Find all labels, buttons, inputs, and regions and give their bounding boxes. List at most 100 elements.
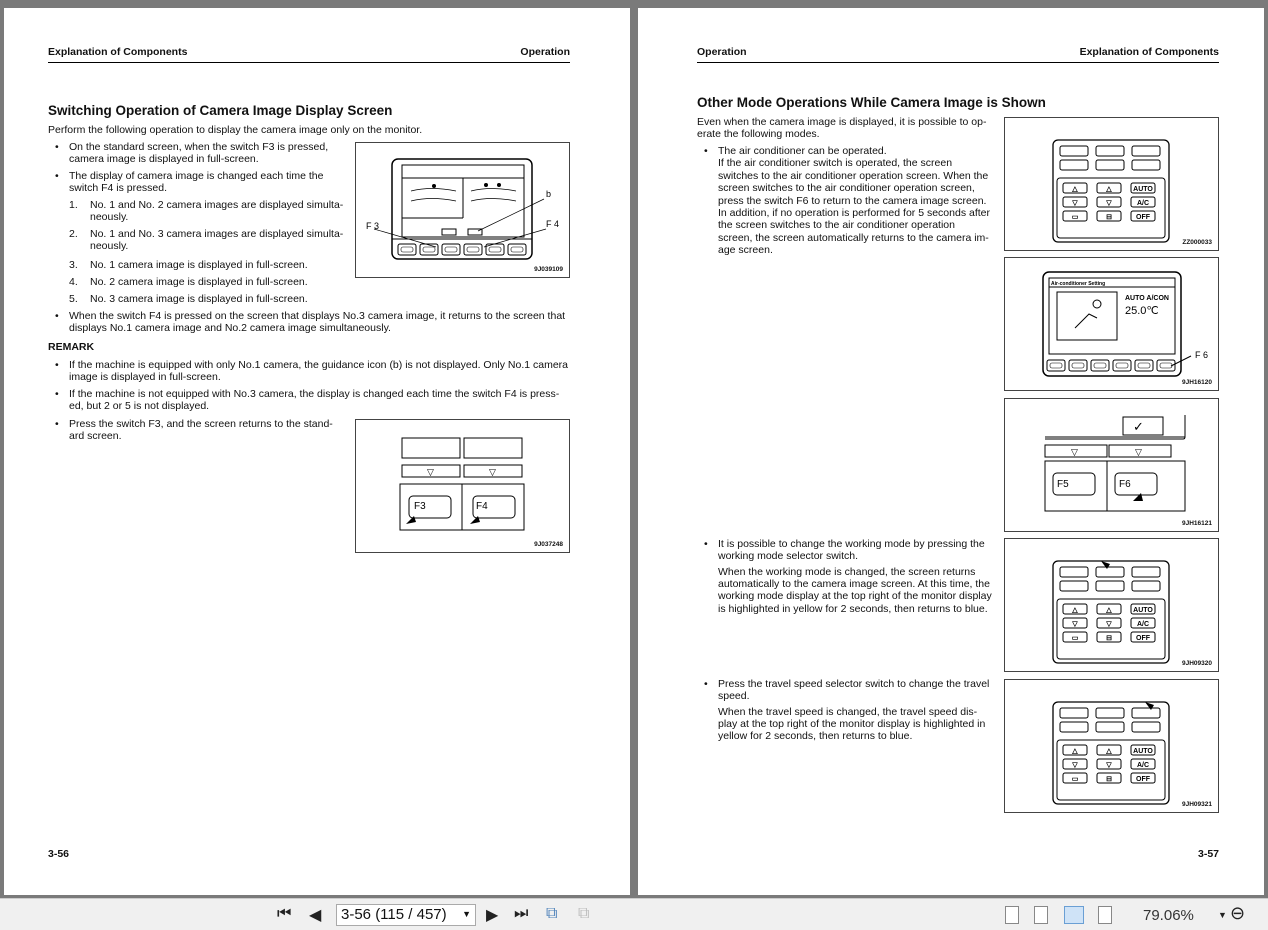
- travel-speed-keypad-figure: △ △ AUTO ▽ ▽ A/C ▭ ⊟ OFF 9JH09321: [1004, 679, 1219, 813]
- keypad-button: [1095, 145, 1125, 157]
- text-line: 1.: [69, 199, 78, 211]
- text-line: 4.: [69, 276, 78, 288]
- left-page: Explanation of Components Operation Swit…: [4, 8, 630, 895]
- figure-drawing: F 3 F 4 b: [366, 158, 559, 260]
- svg-text:▽: ▽: [1135, 447, 1142, 457]
- text-line: working mode display at the top right of…: [718, 590, 992, 603]
- facing-view-icon[interactable]: [1064, 906, 1084, 924]
- figure-drawing: ✓ ▽ ▽ F5 F6: [1044, 415, 1186, 512]
- go-back-view-icon[interactable]: ⧉: [546, 905, 557, 923]
- first-page-icon[interactable]: ⏮: [277, 905, 291, 923]
- bullet-icon: •: [55, 388, 59, 400]
- text-line: On the standard screen, when the switch …: [69, 141, 329, 153]
- text-line: No. 1 camera image is displayed in full-…: [90, 259, 308, 271]
- page-selector[interactable]: 3-56 (115 / 457) ▼: [336, 904, 476, 926]
- last-page-icon[interactable]: ⏭: [514, 905, 528, 923]
- svg-text:△: △: [1105, 607, 1112, 614]
- svg-text:25.0℃: 25.0℃: [1125, 305, 1159, 317]
- svg-text:OFF: OFF: [1136, 635, 1151, 642]
- svg-text:△: △: [1105, 186, 1112, 193]
- figure-caption: 9J039109: [534, 266, 563, 273]
- text-line: camera image is displayed in full-screen…: [69, 153, 259, 165]
- bullet-icon: •: [704, 678, 708, 690]
- text-line: image is displayed in full-screen.: [69, 371, 221, 383]
- function-key: [1068, 359, 1088, 372]
- text-line: switch F4 is pressed.: [69, 182, 168, 194]
- figure-drawing: Air-conditioner Setting AUTO A/CON25.0℃ …: [1042, 271, 1208, 377]
- svg-text:Air-conditioner Setting: Air-conditioner Setting: [1051, 281, 1105, 287]
- keypad-button: [1059, 145, 1089, 157]
- keypad-button: [1095, 707, 1125, 719]
- text-line: speed.: [718, 690, 750, 703]
- text-line: No. 3 camera image is displayed in full-…: [90, 293, 308, 305]
- svg-text:▽: ▽: [1105, 762, 1112, 769]
- function-key: [1046, 359, 1066, 372]
- next-page-icon[interactable]: ▶: [486, 905, 498, 925]
- text-line: If the machine is not equipped with No.3…: [69, 388, 560, 400]
- text-line: No. 2 camera image is displayed in full-…: [90, 276, 308, 288]
- single-page-view-icon[interactable]: [1005, 906, 1019, 924]
- text-line: When the switch F4 is pressed on the scr…: [69, 310, 566, 322]
- text-line: If the air conditioner switch is operate…: [718, 157, 953, 170]
- header-right: Explanation of Components: [1079, 46, 1219, 58]
- svg-text:AUTO: AUTO: [1133, 186, 1153, 193]
- svg-text:▭: ▭: [1072, 214, 1079, 221]
- function-key: [1112, 359, 1132, 372]
- intro-text: Perform the following operation to displ…: [48, 124, 423, 136]
- figure-caption: 9JH16120: [1182, 379, 1212, 386]
- go-forward-view-icon[interactable]: ⧉: [578, 905, 589, 923]
- text-line: screen switches to the air conditioner o…: [718, 182, 975, 195]
- keypad-button: [1059, 566, 1089, 578]
- text-line: Even when the camera image is displayed,…: [697, 116, 987, 128]
- svg-text:F3: F3: [414, 501, 426, 512]
- figure-caption: 9JH09321: [1182, 801, 1212, 808]
- zoom-out-icon[interactable]: ⊖: [1230, 903, 1245, 924]
- figure-caption: 9JH09320: [1182, 660, 1212, 667]
- svg-text:▽: ▽: [1105, 200, 1112, 207]
- previous-page-icon[interactable]: ◀: [309, 905, 321, 925]
- svg-text:⊟: ⊟: [1106, 214, 1112, 221]
- svg-text:▽: ▽: [1071, 200, 1078, 207]
- continuous-facing-view-icon[interactable]: [1098, 906, 1112, 924]
- svg-text:A/C: A/C: [1137, 200, 1149, 207]
- figure-caption: ZZ000033: [1182, 239, 1212, 246]
- svg-text:OFF: OFF: [1136, 214, 1151, 221]
- svg-text:▭: ▭: [1072, 635, 1079, 642]
- zoom-level[interactable]: 79.06%: [1143, 907, 1194, 924]
- svg-text:AUTO: AUTO: [1133, 607, 1153, 614]
- svg-text:△: △: [1071, 607, 1078, 614]
- section-title: Other Mode Operations While Camera Image…: [697, 95, 1046, 110]
- svg-text:F4: F4: [476, 501, 488, 512]
- svg-text:▭: ▭: [1072, 776, 1079, 783]
- figure-drawing: ▽ ▽ F3 F4: [399, 437, 525, 531]
- keypad-button: [1095, 721, 1125, 733]
- keypad-button: [1131, 721, 1161, 733]
- svg-text:▽: ▽: [1105, 621, 1112, 628]
- text-line: It is possible to change the working mod…: [718, 538, 985, 550]
- keypad-button: [1095, 566, 1125, 578]
- keypad-button: [1095, 159, 1125, 171]
- page-number: 3-56: [48, 848, 70, 860]
- viewer-toolbar: ⏮ ◀ 3-56 (115 / 457) ▼ ▶ ⏭ ⧉ ⧉ 79.06% ▼ ⊖: [0, 898, 1268, 930]
- section-title: Switching Operation of Camera Image Disp…: [48, 103, 393, 118]
- zoom-dropdown-icon[interactable]: ▼: [1218, 910, 1227, 920]
- text-line: yellow for 2 seconds, then returns to bl…: [718, 730, 913, 743]
- label-f4: F 4: [546, 219, 559, 229]
- text-line: press the switch F6 to return to the cam…: [718, 194, 987, 207]
- f3-f4-switch-figure: ▽ ▽ F3 F4 9J037248: [355, 419, 570, 553]
- svg-text:▽: ▽: [1071, 447, 1078, 457]
- keypad-button: [1095, 580, 1125, 592]
- text-line: Press the switch F3, and the screen retu…: [69, 418, 333, 430]
- svg-text:⊟: ⊟: [1106, 635, 1112, 642]
- continuous-view-icon[interactable]: [1034, 906, 1048, 924]
- header-rule: [697, 62, 1219, 63]
- text-line: is highlighted in yellow for 2 seconds, …: [718, 602, 988, 615]
- keypad-button: [1131, 566, 1161, 578]
- function-key: [1134, 359, 1154, 372]
- svg-text:▽: ▽: [1071, 621, 1078, 628]
- text-line: 3.: [69, 259, 78, 271]
- text-line: When the working mode is changed, the sc…: [718, 565, 976, 578]
- text-line: neously.: [90, 211, 129, 223]
- figure-drawing: △ △ AUTO ▽ ▽ A/C ▭ ⊟ OFF: [1052, 560, 1170, 664]
- ac-screen-figure: Air-conditioner Setting AUTO A/CON 25.0℃ …: [1004, 257, 1219, 391]
